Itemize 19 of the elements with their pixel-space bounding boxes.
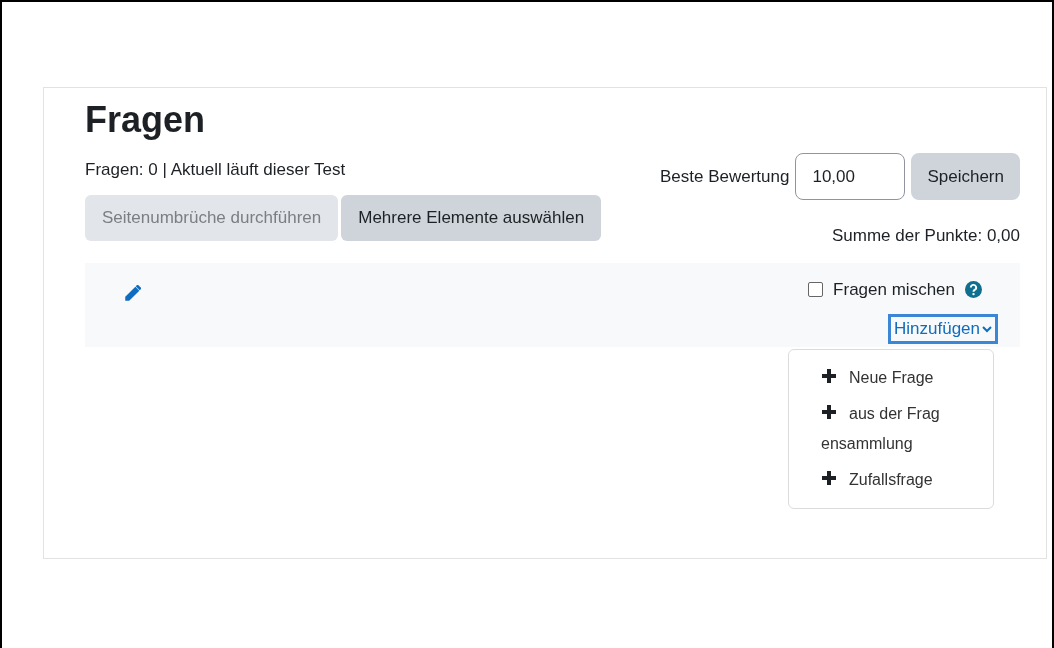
menu-item[interactable]: Zufallsfrage bbox=[821, 461, 941, 498]
menu-item[interactable]: Neue Frage bbox=[821, 359, 941, 396]
add-dropdown-button[interactable]: Hinzufügen bbox=[888, 314, 998, 344]
total-points: Summe der Punkte: 0,00 bbox=[831, 225, 1020, 247]
help-icon[interactable] bbox=[965, 280, 982, 298]
menu-item[interactable]: aus der Fragensammlung bbox=[821, 395, 941, 462]
plus-icon bbox=[821, 403, 837, 420]
page-heading: Fragen bbox=[85, 98, 207, 142]
plus-icon bbox=[821, 367, 837, 384]
action-button[interactable]: Mehrere Elemente auswählen bbox=[341, 194, 602, 241]
grade-label: Beste Bewertung bbox=[659, 166, 790, 188]
chevron-down-icon bbox=[982, 325, 992, 333]
save-button[interactable]: Speichern bbox=[911, 153, 1020, 200]
status-text: Fragen: 0 | Aktuell läuft dieser Test bbox=[85, 159, 347, 181]
shuffle-label: Fragen mischen bbox=[833, 278, 955, 301]
plus-icon bbox=[821, 469, 837, 486]
grade-input[interactable]: 10,00 bbox=[795, 153, 906, 200]
pencil-icon[interactable] bbox=[123, 284, 141, 303]
shuffle-checkbox[interactable] bbox=[808, 281, 824, 297]
